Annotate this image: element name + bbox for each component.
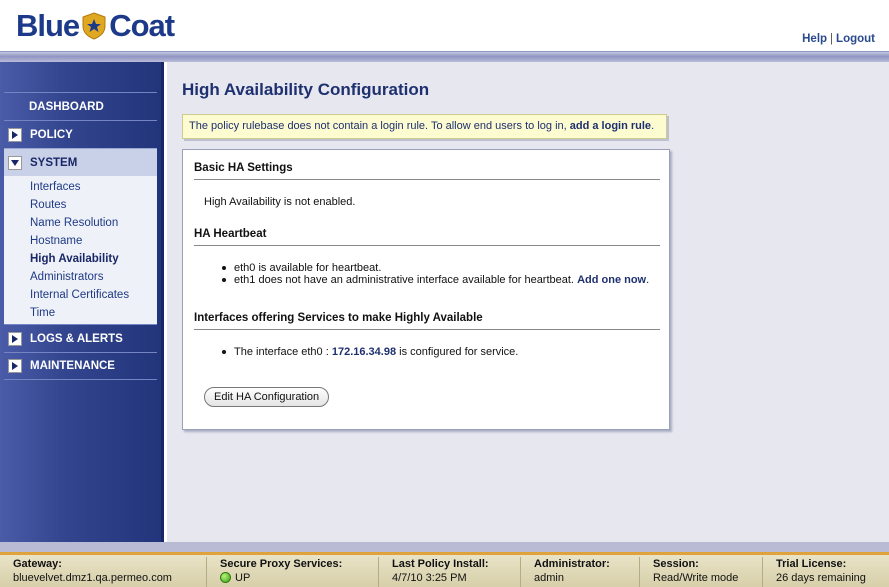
basic-ha-settings-heading: Basic HA Settings (194, 162, 660, 180)
add-one-now-link[interactable]: Add one now (577, 274, 646, 286)
list-item: The interface eth0 : 172.16.34.98 is con… (219, 346, 518, 358)
status-gateway: Gateway: bluevelvet.dmz1.qa.permeo.com (0, 557, 207, 587)
sidebar-subitem-time[interactable]: Time (4, 304, 157, 322)
sidebar-item-label: POLICY (30, 128, 73, 141)
status-up-icon (220, 572, 231, 583)
service-ip: 172.16.34.98 (331, 346, 397, 358)
login-rule-notice: The policy rulebase does not contain a l… (182, 114, 667, 139)
expand-triangle-icon (8, 331, 22, 346)
header-links: Help | Logout (802, 33, 875, 45)
notice-text: The policy rulebase does not contain a l… (189, 120, 567, 132)
sidebar-item-logs-alerts[interactable]: LOGS & ALERTS (4, 324, 157, 352)
main-content: High Availability Configuration The poli… (167, 62, 889, 542)
status-bar: Gateway: bluevelvet.dmz1.qa.permeo.com S… (0, 542, 889, 587)
list-item: eth0 is available for heartbeat. (219, 262, 649, 274)
sidebar-item-dashboard[interactable]: DASHBOARD (4, 92, 157, 120)
sidebar-subitem-routes[interactable]: Routes (4, 196, 157, 214)
sidebar-item-maintenance[interactable]: MAINTENANCE (4, 352, 157, 380)
sidebar-item-label: DASHBOARD (29, 100, 104, 113)
sidebar-item-label: LOGS & ALERTS (30, 332, 123, 345)
header: Blue Coat Help | Logout (0, 0, 889, 52)
sidebar-subitem-interfaces[interactable]: Interfaces (4, 178, 157, 196)
header-divider-bar (0, 51, 889, 62)
logo-text-blue: Blue (16, 8, 80, 43)
system-submenu: Interfaces Routes Name Resolution Hostna… (4, 176, 157, 324)
shield-badge-icon (81, 12, 107, 40)
services-list: The interface eth0 : 172.16.34.98 is con… (219, 346, 518, 358)
logout-link[interactable]: Logout (836, 33, 875, 45)
help-link[interactable]: Help (802, 33, 827, 45)
status-trial-license: Trial License: 26 days remaining (776, 558, 866, 584)
bluecoat-logo: Blue Coat (16, 8, 175, 44)
add-login-rule-link[interactable]: add a login rule (570, 120, 651, 132)
status-proxy-services: Secure Proxy Services: UP (207, 557, 379, 587)
ha-heartbeat-heading: HA Heartbeat (194, 228, 660, 246)
status-administrator: Administrator: admin (521, 557, 640, 587)
link-separator: | (830, 33, 834, 45)
notice-suffix: . (651, 120, 655, 132)
sidebar-subitem-internal-certificates[interactable]: Internal Certificates (4, 286, 157, 304)
edit-ha-configuration-button[interactable]: Edit HA Configuration (204, 387, 330, 407)
sidebar-item-label: MAINTENANCE (30, 360, 115, 372)
sidebar-item-label: SYSTEM (30, 156, 78, 169)
logo-text-coat: Coat (109, 8, 175, 43)
status-session: Session: Read/Write mode (640, 557, 763, 587)
sidebar-item-system[interactable]: SYSTEM (4, 148, 157, 176)
sidebar-subitem-name-resolution[interactable]: Name Resolution (4, 214, 157, 232)
sidebar-subitem-administrators[interactable]: Administrators (4, 268, 157, 286)
sidebar: DASHBOARD POLICY SYSTEM Interfaces Route… (0, 62, 164, 542)
expand-triangle-icon (8, 127, 22, 142)
expand-triangle-icon (8, 359, 22, 373)
collapse-triangle-icon (8, 155, 22, 170)
ha-status-text: High Availability is not enabled. (204, 196, 356, 208)
sidebar-subitem-high-availability[interactable]: High Availability (4, 250, 157, 268)
sidebar-item-policy[interactable]: POLICY (4, 120, 157, 148)
page-title: High Availability Configuration (182, 80, 430, 99)
list-item: eth1 does not have an administrative int… (219, 274, 649, 286)
services-heading: Interfaces offering Services to make Hig… (194, 312, 660, 330)
heartbeat-list: eth0 is available for heartbeat. eth1 do… (219, 262, 649, 286)
ha-settings-panel: Basic HA Settings High Availability is n… (182, 149, 670, 430)
status-last-policy-install: Last Policy Install: 4/7/10 3:25 PM (379, 557, 521, 587)
sidebar-subitem-hostname[interactable]: Hostname (4, 232, 157, 250)
